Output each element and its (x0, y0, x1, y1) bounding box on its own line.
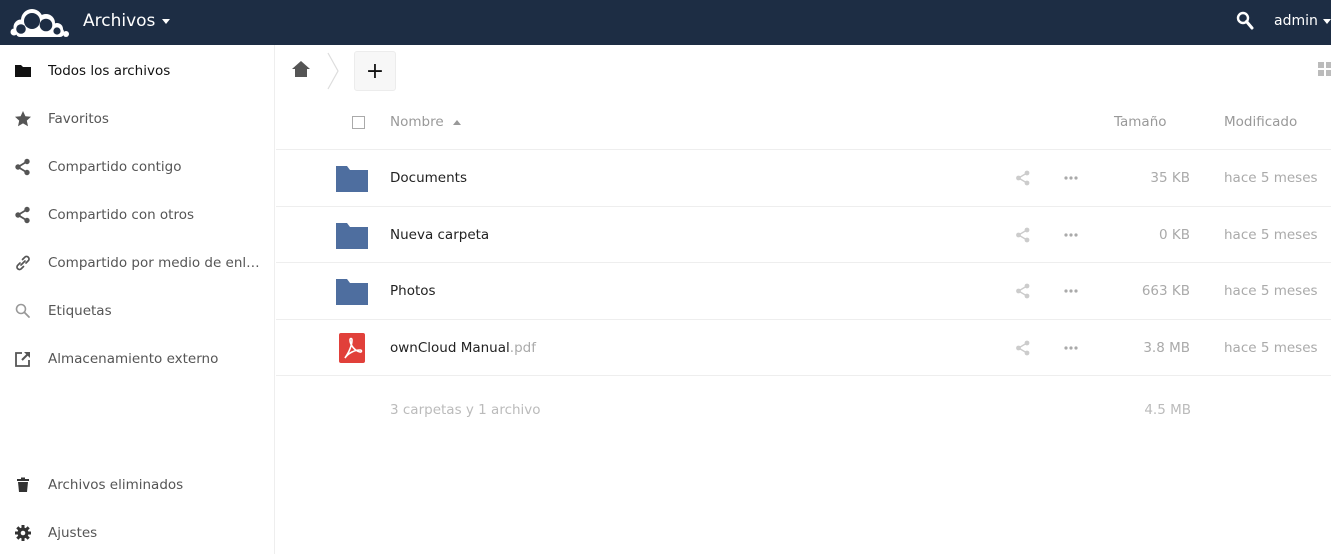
chevron-down-icon (1322, 18, 1331, 24)
file-size: 3.8 MB (1143, 340, 1190, 356)
column-header-label: Nombre (390, 114, 444, 130)
trash-icon (17, 477, 29, 492)
share-icon[interactable] (1015, 227, 1031, 243)
add-new-button[interactable]: + (354, 51, 396, 91)
sidebar-item-shared-by-link[interactable]: Compartido por medio de enla... (0, 240, 274, 284)
column-header-name[interactable]: Nombre (390, 114, 461, 130)
link-icon (16, 255, 30, 271)
file-size: 663 KB (1141, 283, 1190, 299)
folder-icon (336, 223, 368, 249)
more-options-icon[interactable] (1062, 340, 1080, 356)
gear-icon (15, 525, 31, 541)
user-menu[interactable]: admin (1274, 13, 1331, 29)
sidebar-item-label: Compartido con otros (48, 207, 195, 223)
folder-icon (336, 166, 368, 192)
file-modified: hace 5 meses (1224, 170, 1318, 186)
grid-view-icon[interactable] (1318, 62, 1331, 76)
search-icon (15, 303, 30, 318)
share-icon (15, 158, 30, 176)
sidebar-item-label: Compartido por medio de enla... (48, 255, 266, 271)
select-all-checkbox[interactable] (352, 116, 365, 129)
sidebar-item-deleted-files[interactable]: Archivos eliminados (0, 462, 274, 506)
share-icon (15, 206, 30, 224)
sidebar-item-label: Ajustes (48, 525, 98, 541)
chevron-down-icon (162, 18, 171, 24)
pdf-file-icon (339, 333, 365, 363)
home-icon[interactable] (290, 58, 312, 80)
sidebar-item-shared-with-you[interactable]: Compartido contigo (0, 144, 274, 188)
sidebar: Todos los archivos Favoritos Compartido … (0, 45, 275, 554)
sidebar-item-label: Favoritos (48, 111, 109, 127)
star-icon (15, 111, 31, 127)
table-row[interactable]: Documents 35 KB hace 5 meses (276, 149, 1331, 206)
folder-icon (336, 279, 368, 305)
app-menu[interactable]: Archivos (83, 11, 171, 31)
breadcrumb-separator-icon (327, 52, 339, 90)
share-icon[interactable] (1015, 170, 1031, 186)
sidebar-item-label: Almacenamiento externo (48, 351, 219, 367)
file-modified: hace 5 meses (1224, 283, 1318, 299)
add-icon: + (365, 58, 385, 84)
app-title: Archivos (83, 11, 156, 31)
folder-icon (15, 65, 31, 77)
external-icon (15, 352, 30, 367)
search-icon[interactable] (1236, 11, 1254, 31)
share-icon[interactable] (1015, 340, 1031, 356)
sidebar-item-shared-with-others[interactable]: Compartido con otros (0, 192, 274, 236)
owncloud-logo-icon[interactable] (10, 4, 72, 40)
more-options-icon[interactable] (1062, 170, 1080, 186)
sidebar-item-settings[interactable]: Ajustes (0, 510, 274, 554)
sidebar-item-all-files[interactable]: Todos los archivos (0, 48, 274, 92)
file-name[interactable]: Documents (390, 170, 467, 186)
sidebar-item-tags[interactable]: Etiquetas (0, 288, 274, 332)
files-summary-size: 4.5 MB (1144, 402, 1191, 418)
table-row[interactable]: Photos 663 KB hace 5 meses (276, 262, 1331, 319)
sidebar-item-label: Archivos eliminados (48, 477, 184, 493)
file-name[interactable]: ownCloud Manual.pdf (390, 340, 536, 356)
file-size: 0 KB (1159, 227, 1190, 243)
sidebar-item-label: Etiquetas (48, 303, 112, 319)
sort-ascending-icon (452, 119, 461, 125)
file-size: 35 KB (1150, 170, 1190, 186)
column-header-size[interactable]: Tamaño (1114, 114, 1167, 130)
sidebar-item-favorites[interactable]: Favoritos (0, 96, 274, 140)
top-header: Archivos admin (0, 0, 1331, 45)
table-row[interactable]: Nueva carpeta 0 KB hace 5 meses (276, 206, 1331, 263)
file-name[interactable]: Nueva carpeta (390, 227, 489, 243)
file-modified: hace 5 meses (1224, 227, 1318, 243)
sidebar-item-label: Compartido contigo (48, 159, 182, 175)
column-header-modified[interactable]: Modificado (1224, 114, 1297, 130)
share-icon[interactable] (1015, 283, 1031, 299)
table-row[interactable]: ownCloud Manual.pdf 3.8 MB hace 5 meses (276, 319, 1331, 376)
file-modified: hace 5 meses (1224, 340, 1318, 356)
user-name: admin (1274, 13, 1318, 29)
files-summary: 3 carpetas y 1 archivo (390, 402, 541, 418)
more-options-icon[interactable] (1062, 227, 1080, 243)
file-name[interactable]: Photos (390, 283, 436, 299)
sidebar-item-external-storage[interactable]: Almacenamiento externo (0, 336, 274, 380)
sidebar-item-label: Todos los archivos (48, 63, 171, 79)
more-options-icon[interactable] (1062, 283, 1080, 299)
